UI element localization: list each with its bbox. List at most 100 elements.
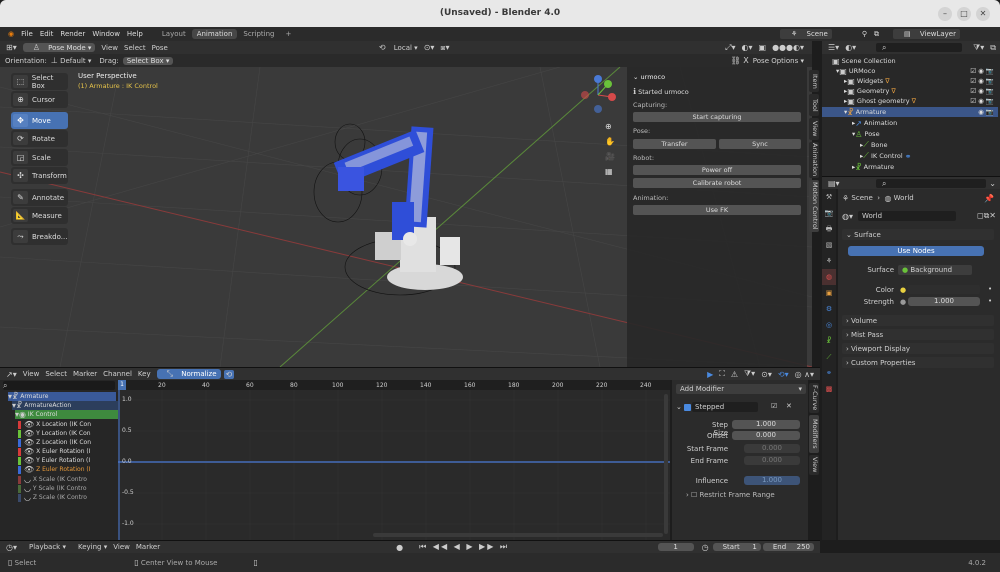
outliner-row-armature[interactable]: ▾ ☧ Armature ◉ 📷	[822, 107, 998, 117]
eye-icon[interactable]: 👁	[24, 465, 34, 474]
sync-button[interactable]: Sync	[719, 139, 801, 149]
outliner-row-animation[interactable]: ▸ ↗ Animation	[852, 118, 897, 128]
influence-field[interactable]: 1.000	[744, 476, 800, 485]
proportional-edit-icon[interactable]: ◎ ∧▾	[795, 370, 814, 379]
tool-rotate[interactable]: ⟳ Rotate	[11, 130, 68, 147]
scene-properties-icon[interactable]: ⚘	[822, 253, 836, 269]
visibility-toggles[interactable]: ☑ ◉ 📷	[970, 87, 994, 95]
tab-graph-view[interactable]: View	[809, 455, 819, 475]
channel-y-scale[interactable]: ◡ Y Scale (IK Contro	[18, 484, 126, 493]
graph-menu-select[interactable]: Select	[45, 370, 67, 378]
properties-type-icon[interactable]: ▤▾	[828, 179, 840, 188]
graph-editor-type-icon[interactable]: ↗▾	[6, 370, 17, 379]
tool-properties-icon[interactable]: ⚒	[822, 189, 836, 205]
tool-measure[interactable]: 📐 Measure	[11, 207, 68, 224]
strength-field[interactable]: 1.000	[908, 297, 980, 306]
outliner-row-ghost-geometry[interactable]: ▸ ▣ Ghost geometry ∇ ☑ ◉ 📷	[844, 96, 998, 106]
use-fk-button[interactable]: Use FK	[633, 205, 801, 215]
horizontal-scrollbar[interactable]	[373, 533, 663, 537]
eye-closed-icon[interactable]: ◡	[24, 484, 31, 493]
viewport-menu-view[interactable]: View	[101, 44, 118, 52]
warning-filter-icon[interactable]: ⚠	[731, 370, 738, 379]
current-frame-indicator[interactable]: 1	[118, 380, 126, 390]
color-swatch[interactable]	[908, 285, 980, 294]
start-capturing-button[interactable]: Start capturing	[633, 112, 801, 122]
navigation-gizmo[interactable]	[578, 75, 618, 115]
channel-z-scale[interactable]: ◡ Z Scale (IK Contro	[18, 493, 126, 502]
channel-action[interactable]: ▾☧ ArmatureAction	[12, 401, 120, 410]
use-nodes-button[interactable]: Use Nodes	[848, 246, 984, 256]
modifier-name-field[interactable]: Stepped	[692, 402, 758, 412]
world-name-field[interactable]: World	[858, 211, 956, 221]
transfer-button[interactable]: Transfer	[633, 139, 716, 149]
channel-ik-control[interactable]: ▾◉ IK Control	[15, 410, 123, 419]
orientation-dropdown[interactable]: ⊥ Default ▾	[51, 56, 92, 65]
tab-motion-control[interactable]: Motion Control	[809, 180, 819, 232]
auto-normalize-icon[interactable]: ⟲	[223, 369, 235, 379]
viewport-menu-select[interactable]: Select	[124, 44, 146, 52]
tab-f-curve[interactable]: F-Curve	[809, 383, 819, 413]
snap-icon[interactable]: ⧆▾	[440, 43, 449, 53]
tool-transform[interactable]: ✣ Transform	[11, 167, 68, 184]
pan-hand-icon[interactable]: ✋	[605, 134, 615, 149]
world-selector[interactable]: ◍▾ World ◻⧉✕	[842, 211, 998, 221]
texture-properties-icon[interactable]: ▩	[822, 381, 836, 397]
outliner-filter-icon[interactable]: ⧩▾	[973, 43, 984, 53]
properties-search-input[interactable]: ⌕	[876, 179, 986, 188]
menu-edit[interactable]: Edit	[40, 30, 54, 38]
world-properties-icon[interactable]: ◍	[822, 269, 836, 285]
graph-menu-key[interactable]: Key	[138, 370, 151, 378]
visibility-toggles[interactable]: ☑ ◉ 📷	[970, 67, 994, 75]
channel-z-location[interactable]: 👁 Z Location (IK Con	[18, 438, 126, 447]
normalize-toggle[interactable]: ⤡ Normalize	[156, 369, 221, 379]
outliner-row-geometry[interactable]: ▸ ▣ Geometry ∇ ☑ ◉ 📷	[844, 86, 998, 96]
timeline-menu-playback[interactable]: Playback ▾	[23, 543, 66, 551]
surface-panel-header[interactable]: ⌄ Surface	[842, 229, 994, 240]
current-frame-field[interactable]: 1	[657, 543, 694, 551]
outliner-row-ik-control[interactable]: ▸ ⟋ IK Control ⚭	[860, 151, 911, 161]
filter-icon[interactable]: ⧩▾	[744, 369, 755, 379]
tool-breakdown[interactable]: ⤳ Breakdo...	[11, 228, 68, 245]
view-layer-properties-icon[interactable]: ▧	[822, 237, 836, 253]
pose-options-dropdown[interactable]: Pose Options ▾	[753, 57, 804, 65]
tab-modifiers[interactable]: Modifiers	[809, 415, 819, 453]
zoom-icon[interactable]: ⊕	[605, 119, 615, 134]
graph-menu-marker[interactable]: Marker	[73, 370, 97, 378]
channel-armature[interactable]: ▾☧ Armature	[8, 392, 116, 401]
menu-file[interactable]: File	[21, 30, 33, 38]
step-size-field[interactable]: 1.000	[732, 420, 800, 429]
graph-menu-channel[interactable]: Channel	[103, 370, 132, 378]
tab-animation[interactable]: Animation	[809, 142, 819, 178]
channel-y-rotation[interactable]: 👁 Y Euler Rotation (I	[18, 456, 126, 465]
channel-x-location[interactable]: 👁 X Location (IK Con	[18, 420, 126, 429]
power-off-button[interactable]: Power off	[633, 165, 801, 175]
modifier-enable-checkbox[interactable]: ☑	[771, 402, 777, 410]
tool-scale[interactable]: ◲ Scale	[11, 149, 68, 166]
timeline-menu-marker[interactable]: Marker	[136, 543, 160, 551]
graph-curve-area[interactable]: 1 20 40 60 80 100 120 140 160 180 200 22…	[118, 380, 670, 540]
viewport-menu-pose[interactable]: Pose	[152, 44, 168, 52]
outliner-row-urmoco[interactable]: ▾ ▣ URMoco ☑ ◉ 📷	[836, 66, 998, 76]
object-properties-icon[interactable]: ▣	[822, 285, 836, 301]
outliner-search-input[interactable]: ⌕	[876, 43, 962, 52]
minimize-button[interactable]: –	[938, 7, 952, 21]
clock-icon[interactable]: ◷	[702, 543, 709, 552]
close-button[interactable]: ✕	[976, 7, 990, 21]
display-mode-icon[interactable]: ◐▾	[845, 43, 856, 52]
properties-options-icon[interactable]: ⌄	[989, 179, 996, 188]
offset-field[interactable]: 0.000	[732, 431, 800, 440]
channel-z-rotation[interactable]: 👁 Z Euler Rotation (I	[18, 465, 126, 474]
world-actions-icon[interactable]: ◻⧉✕	[977, 211, 996, 221]
mist-pass-panel-header[interactable]: › Mist Pass	[842, 329, 994, 340]
tool-annotate[interactable]: ✎ Annotate	[11, 189, 68, 206]
start-frame-field[interactable]: 0.000	[744, 444, 800, 453]
gizmo-icon[interactable]: ⤢▾	[725, 43, 735, 53]
pivot-graph-icon[interactable]: ⊙▾	[761, 370, 772, 379]
eye-icon[interactable]: 👁	[24, 447, 34, 456]
new-collection-icon[interactable]: ⧉	[990, 43, 996, 53]
object-data-properties-icon[interactable]: ☧	[822, 333, 836, 349]
visibility-toggles[interactable]: ☑ ◉ 📷	[970, 77, 994, 85]
visibility-toggles[interactable]: ☑ ◉ 📷	[970, 97, 994, 105]
eye-closed-icon[interactable]: ◡	[24, 493, 31, 502]
camera-icon[interactable]: 🎥	[605, 149, 615, 164]
